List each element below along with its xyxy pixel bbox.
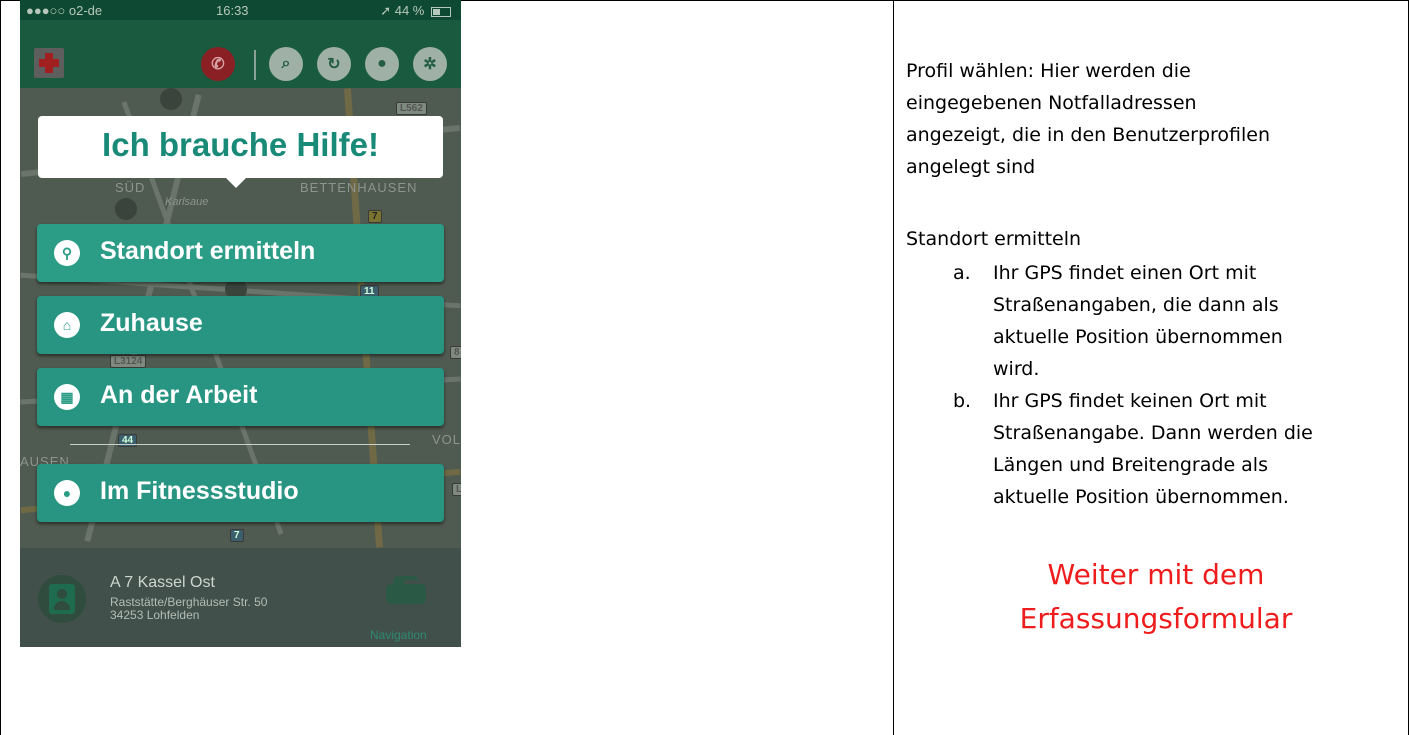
- place-address: Raststätte/Berghäuser Str. 50 34253 Lohf…: [110, 596, 267, 622]
- location-panel: A 7 Kassel Ost Raststätte/Berghäuser Str…: [20, 548, 461, 647]
- navigation-label[interactable]: Navigation: [370, 628, 427, 642]
- button-label: Im Fitnessstudio: [100, 477, 299, 505]
- defibrillator-marker-icon[interactable]: [115, 198, 137, 220]
- map-label-sud: SÜD: [115, 180, 146, 195]
- list-item-text: Ihr GPS findet einen Ort mit Straßenanga…: [993, 262, 1283, 380]
- menu-separator: [70, 444, 410, 445]
- phone-screenshot: ●●●○○ o2-de 16:33 ➚ 44 % ✆ ⌕ ↻ ● ✲ SÜD B…: [20, 0, 461, 647]
- button-label: Zuhause: [100, 309, 203, 337]
- car-icon[interactable]: [386, 576, 426, 610]
- map-marker-icon: ●: [54, 480, 80, 506]
- map-label-vollm: VOLLM: [432, 432, 461, 447]
- list-item-text: Ihr GPS findet keinen Ort mit Straßenang…: [993, 390, 1313, 508]
- settings-icon[interactable]: ✲: [413, 47, 447, 81]
- road-sign-l: L: [452, 483, 461, 496]
- red-cross-icon[interactable]: [34, 48, 64, 78]
- list-item: b. Ihr GPS findet keinen Ort mit Straßen…: [906, 385, 1320, 513]
- location-pin-icon: ⚲: [54, 240, 80, 266]
- help-bubble: Ich brauche Hilfe!: [38, 116, 443, 188]
- profile-icon[interactable]: ●: [365, 47, 399, 81]
- list-marker: b.: [953, 390, 972, 412]
- intro-text: Profil wählen: Hier werden die eingegebe…: [906, 60, 1271, 178]
- description-cell: Profil wählen: Hier werden die eingegebe…: [906, 55, 1396, 641]
- home-icon: ⌂: [54, 312, 80, 338]
- status-battery: ➚ 44 %: [380, 3, 451, 19]
- carrier-signal: ●●●○○ o2-de: [26, 3, 103, 18]
- section-heading: Standort ermitteln: [906, 228, 1082, 250]
- im-fitnessstudio-button[interactable]: ● Im Fitnessstudio: [37, 464, 444, 522]
- zuhause-button[interactable]: ⌂ Zuhause: [37, 296, 444, 354]
- map-label-bettenhausen: BETTENHAUSEN: [300, 180, 418, 195]
- refresh-icon[interactable]: ↻: [317, 47, 351, 81]
- road-sign-l3124: L3124: [110, 355, 147, 368]
- status-bar: ●●●○○ o2-de 16:33 ➚ 44 %: [20, 0, 461, 20]
- road-sign-8: 8: [450, 346, 461, 359]
- app-bar: ✆ ⌕ ↻ ● ✲: [20, 20, 461, 88]
- search-location-icon[interactable]: ⌕: [269, 47, 303, 81]
- address-city: 34253 Lohfelden: [110, 608, 200, 622]
- button-label: An der Arbeit: [100, 381, 258, 409]
- toolbar-divider: [254, 50, 256, 80]
- place-name: A 7 Kassel Ost: [110, 574, 215, 591]
- road-sign-l562: L562: [396, 102, 427, 115]
- battery-icon: [431, 6, 451, 17]
- map-label-karlsaue: Karlsaue: [165, 196, 209, 208]
- steps-list: a. Ihr GPS findet einen Ort mit Straßena…: [906, 257, 1396, 513]
- defibrillator-marker-icon[interactable]: [160, 88, 182, 110]
- column-divider: [893, 0, 894, 735]
- road-sign-44: 44: [118, 434, 138, 447]
- help-bubble-text: Ich brauche Hilfe!: [102, 126, 379, 163]
- office-building-icon: ▦: [54, 384, 80, 410]
- battery-percent: 44 %: [394, 3, 425, 18]
- button-label: Standort ermitteln: [100, 237, 316, 265]
- status-time: 16:33: [216, 3, 249, 18]
- list-item: a. Ihr GPS findet einen Ort mit Straßena…: [906, 257, 1320, 385]
- an-der-arbeit-button[interactable]: ▦ An der Arbeit: [37, 368, 444, 426]
- list-marker: a.: [953, 262, 971, 284]
- location-arrow-icon: ➚: [380, 3, 392, 18]
- contact-card-icon[interactable]: [38, 575, 86, 623]
- call-icon[interactable]: ✆: [201, 47, 235, 81]
- standort-ermitteln-button[interactable]: ⚲ Standort ermitteln: [37, 224, 444, 282]
- continue-link[interactable]: Weiter mit dem Erfassungsformular: [956, 553, 1356, 641]
- road-sign-7: 7: [368, 210, 382, 223]
- road-sign-7b: 7: [230, 529, 244, 542]
